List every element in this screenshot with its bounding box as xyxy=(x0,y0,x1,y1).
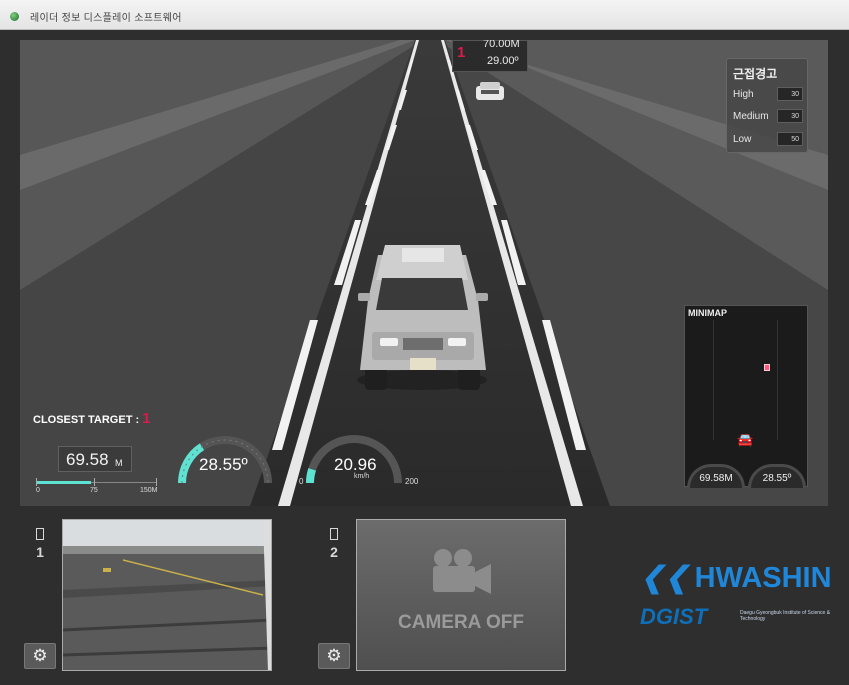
scale-tick: 150M xyxy=(140,487,158,494)
camera-2-feed[interactable]: CAMERA OFF xyxy=(356,519,566,671)
proximity-warning-panel: 근접경고 High 30 Medium 30 Low 50 xyxy=(726,58,808,153)
minimap-title: MINIMAP xyxy=(688,308,727,318)
target-id: 1 xyxy=(457,44,466,61)
app-window: 레이더 정보 디스플레이 소프트웨어 1 70.00M 29.00º 근접경고 … xyxy=(0,0,849,685)
camera-1-settings-button[interactable]: ⚙ xyxy=(24,643,56,669)
distance-value: 69.58 xyxy=(66,450,109,469)
camera-2-settings-button[interactable]: ⚙ xyxy=(318,643,350,669)
window-title: 레이더 정보 디스플레이 소프트웨어 xyxy=(30,13,182,24)
warning-label: High xyxy=(733,89,754,100)
minimap-distance: 69.58M xyxy=(699,473,733,484)
institute-subtitle: Daegu Gyeongbuk Institute of Science & T… xyxy=(740,610,831,622)
minimap: MINIMAP 🚘 69.58M 28.55º xyxy=(684,305,808,488)
warning-medium-input[interactable]: 30 xyxy=(777,109,803,123)
scale-tick: 75 xyxy=(90,487,98,494)
warning-high-input[interactable]: 30 xyxy=(777,87,803,101)
warning-label: Medium xyxy=(733,111,769,122)
camera-2-number: 2 xyxy=(330,544,338,560)
camera-off-text: CAMERA OFF xyxy=(398,612,524,633)
distance-scale: 0 75 150M xyxy=(36,478,164,498)
distance-readout: 69.58 M xyxy=(58,446,132,472)
camera-1-feed[interactable] xyxy=(62,519,272,671)
closest-target-id: 1 xyxy=(142,410,151,427)
scale-tick: 0 xyxy=(36,487,40,494)
distance-unit: M xyxy=(115,458,123,468)
app-icon xyxy=(10,12,19,21)
title-bar: 레이더 정보 디스플레이 소프트웨어 xyxy=(0,0,849,30)
hwashin-logo: ❮❮ HWASHIN xyxy=(640,562,832,594)
warning-label: Low xyxy=(733,134,752,145)
distance-scale-fill xyxy=(36,481,92,484)
institute-name: DGIST xyxy=(640,604,708,629)
car-icon: 🚘 xyxy=(737,432,754,447)
camera-1-label: 1 xyxy=(31,528,49,560)
closest-target: CLOSEST TARGET : 1 xyxy=(33,410,151,427)
minimap-angle: 28.55º xyxy=(762,473,792,484)
warning-row-high: High 30 xyxy=(733,87,805,103)
company-name: HWASHIN xyxy=(694,562,832,594)
warning-low-input[interactable]: 50 xyxy=(777,132,803,146)
angle-gauge: 28.55º xyxy=(176,433,274,485)
speed-unit: km/h xyxy=(354,473,370,480)
target-angle: 29.00º xyxy=(487,55,519,67)
speed-min: 0 xyxy=(299,477,304,486)
camera-1-number: 1 xyxy=(36,544,44,560)
target-distance: 70.00M xyxy=(483,40,520,50)
minimap-angle-gauge: 28.55º xyxy=(748,464,806,488)
speed-gauge: 20.96 km/h 0 200 xyxy=(299,433,418,493)
gear-icon: ⚙ xyxy=(32,646,48,665)
proximity-warning-title: 근접경고 xyxy=(733,67,778,81)
speed-max: 200 xyxy=(405,477,419,486)
minimap-distance-gauge: 69.58M xyxy=(687,464,745,488)
video-camera-icon xyxy=(433,549,491,594)
gear-icon: ⚙ xyxy=(326,646,342,665)
ego-vehicle xyxy=(357,245,488,390)
angle-value: 28.55º xyxy=(199,455,248,474)
target-car xyxy=(476,82,504,100)
speed-value: 20.96 xyxy=(334,455,377,474)
dgist-logo: DGIST xyxy=(640,604,707,630)
warning-row-low: Low 50 xyxy=(733,132,805,148)
target-label: 1 70.00M 29.00º xyxy=(452,40,528,72)
closest-target-label: CLOSEST TARGET : xyxy=(33,414,140,426)
camera-2-label: 2 xyxy=(325,528,343,560)
warning-row-medium: Medium 30 xyxy=(733,109,805,125)
radar-3d-view: 1 70.00M 29.00º 근접경고 High 30 Medium 30 L… xyxy=(20,40,828,506)
minimap-target-marker xyxy=(764,364,770,371)
